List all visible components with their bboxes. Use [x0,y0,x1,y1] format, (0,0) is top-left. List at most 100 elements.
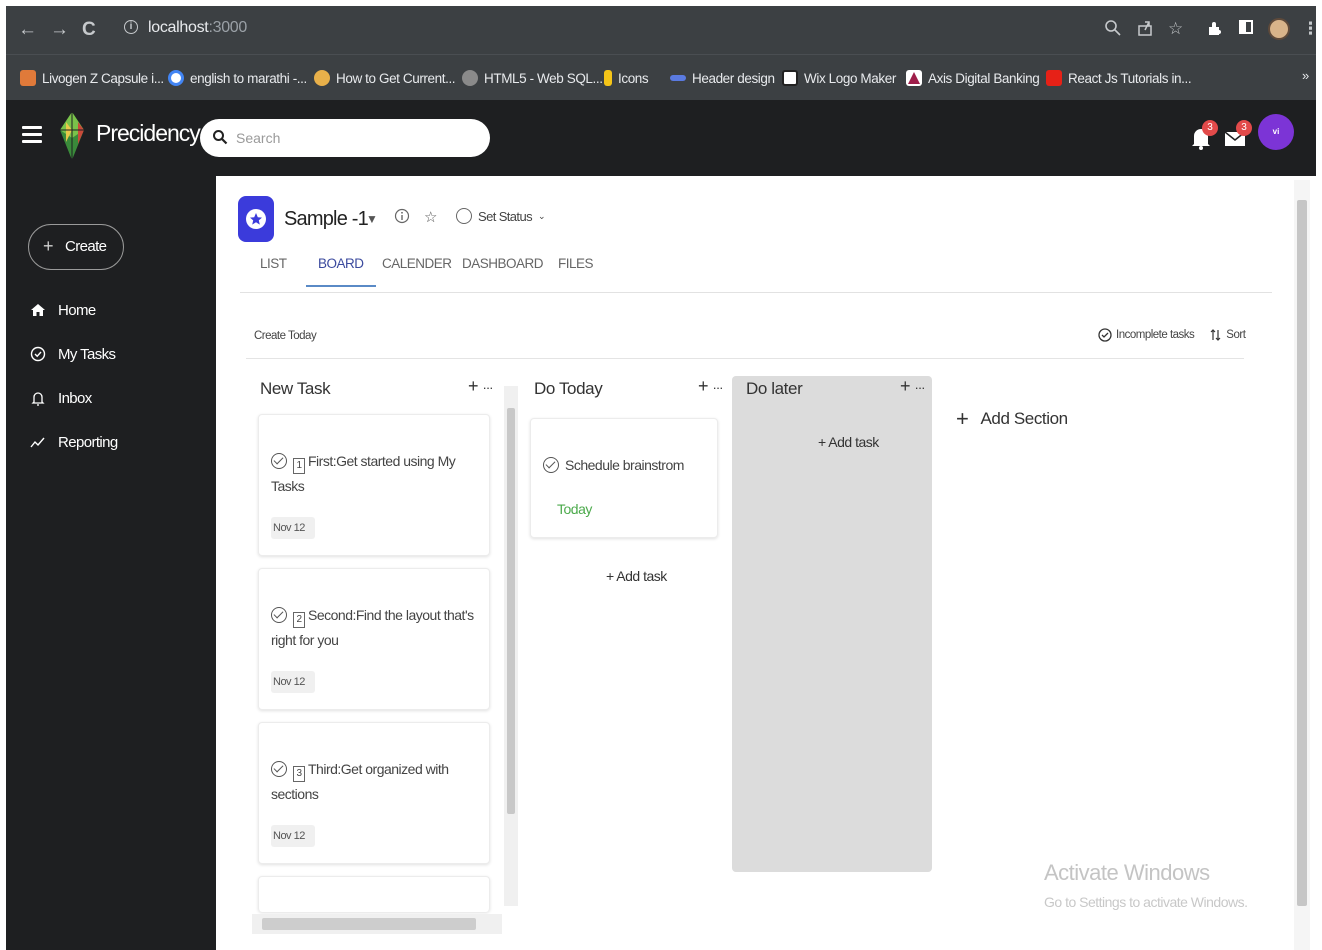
bookmark-item[interactable]: HTML5 - Web SQL... [462,68,603,88]
search-bar[interactable] [200,119,490,157]
bookmark-item[interactable]: Header design [670,68,775,88]
task-card[interactable]: 3 Third:Get organized with sections Nov 1… [258,722,490,864]
scrollbar-thumb[interactable] [1297,200,1307,906]
task-title: 2 Second:Find the layout that's right for… [271,603,481,652]
bookmark-item[interactable]: React Js Tutorials in... [1046,68,1192,88]
column-title: Do Today [534,379,603,398]
bookmark-item[interactable]: Axis Digital Banking [906,68,1040,88]
create-button[interactable]: + Create [28,224,124,270]
status-circle-icon [456,208,472,224]
due-date-chip[interactable]: Nov 12 [271,671,315,693]
scrollbar-thumb[interactable] [507,408,515,814]
more-options-icon[interactable]: ··· [915,380,926,395]
check-circle-icon[interactable] [271,607,287,623]
tabs-divider [240,292,1272,293]
due-date-chip[interactable]: Nov 12 [271,825,315,847]
task-card[interactable]: Schedule brainstrom Today [530,418,718,538]
google-icon [168,70,184,86]
bookmark-star-icon[interactable]: ☆ [1168,19,1183,39]
more-options-icon[interactable]: ··· [483,380,494,395]
tab-list[interactable]: LIST [260,256,287,285]
sidebar-item-reporting[interactable]: Reporting [28,430,118,454]
wix-icon [782,70,798,86]
sidebar-item-home[interactable]: Home [28,298,96,322]
browser-toolbar: ← → C i localhost:3000 ☆ ⋮ [6,6,1319,54]
search-input[interactable] [236,127,476,149]
activate-windows-title: Activate Windows [1044,860,1210,885]
hamburger-menu-icon[interactable] [22,126,42,144]
url-text[interactable]: localhost:3000 [148,19,247,37]
add-section-label: Add Section [980,409,1068,428]
site-info-icon[interactable]: i [124,20,138,34]
menu-kebab-icon[interactable]: ⋮ [1302,19,1319,39]
share-icon[interactable] [1136,19,1154,42]
tab-dashboard[interactable]: DASHBOARD [462,256,544,285]
extensions-icon[interactable] [1206,19,1224,42]
task-title: 1 First:Get started using My Tasks [271,449,481,498]
zoom-icon[interactable] [1104,19,1122,42]
board-horizontal-scrollbar[interactable] [252,914,502,934]
page-scrollbar[interactable] [1294,180,1310,950]
bookmark-favicon-icon [604,70,612,86]
column-do-later [732,376,932,872]
favorite-star-icon[interactable]: ☆ [424,208,437,226]
add-task-plus-icon[interactable]: + [698,376,709,396]
bookmarks-overflow-button[interactable]: » [1302,68,1309,83]
check-circle-icon [28,344,48,364]
more-options-icon[interactable]: ··· [713,380,724,395]
user-avatar[interactable]: vi [1258,114,1294,150]
column-actions: + ··· [468,376,494,397]
add-task-plus-icon[interactable]: + [468,376,479,396]
task-number: 1 [293,458,305,474]
task-card[interactable]: 1 First:Get started using My Tasks Nov 12 [258,414,490,556]
task-card[interactable] [258,876,490,912]
sidebar-item-my-tasks[interactable]: My Tasks [28,342,116,366]
sidebar-item-label: Inbox [58,389,92,407]
bookmark-item[interactable]: english to marathi -... [168,68,307,88]
incomplete-tasks-filter[interactable]: Incomplete tasks [1098,328,1195,342]
check-circle-icon[interactable] [271,761,287,777]
due-date-chip[interactable]: Nov 12 [271,517,315,539]
task-title: Schedule brainstrom [543,453,753,477]
scrollbar-thumb[interactable] [262,918,476,930]
home-icon [28,300,48,320]
bookmark-item[interactable]: Livogen Z Capsule i... [20,68,164,88]
search-icon [212,129,228,145]
messages-button[interactable]: 3 [1224,120,1252,148]
set-status-button[interactable]: Set Status ⌄ [456,208,546,224]
check-circle-icon [1098,328,1112,342]
add-task-plus-icon[interactable]: + [900,376,911,396]
check-circle-icon[interactable] [543,457,559,473]
add-task-button[interactable]: + Add task [818,434,879,450]
notifications-button[interactable]: 3 [1190,120,1218,150]
add-task-button[interactable]: + Add task [606,568,667,584]
youtube-icon [1046,70,1062,86]
tab-files[interactable]: FILES [558,256,594,285]
info-icon[interactable] [394,208,410,228]
bookmark-item[interactable]: Wix Logo Maker [782,68,896,88]
sort-icon [1210,329,1221,341]
tab-window-icon[interactable] [1238,19,1254,40]
sort-button[interactable]: Sort [1210,328,1246,342]
column-title: New Task [260,379,331,398]
reload-icon[interactable]: C [82,18,96,42]
bookmark-item[interactable]: How to Get Current... [314,68,456,88]
messages-badge: 3 [1236,120,1252,136]
sidebar-item-inbox[interactable]: Inbox [28,386,92,410]
column-scrollbar[interactable] [504,386,518,906]
plus-icon: + [43,236,54,256]
chevron-down-icon[interactable]: ▼ [366,212,378,226]
sidebar-item-label: Reporting [58,433,118,451]
back-icon[interactable]: ← [18,18,37,42]
bookmark-item[interactable]: Icons [604,68,649,88]
profile-avatar[interactable] [1268,18,1290,40]
due-date-label[interactable]: Today [557,501,592,517]
forward-icon[interactable]: → [50,18,69,42]
check-circle-icon[interactable] [271,453,287,469]
tab-board[interactable]: BOARD [306,256,376,287]
task-card[interactable]: 2 Second:Find the layout that's right for… [258,568,490,710]
tab-calender[interactable]: CALENDER [382,256,452,285]
add-section-button[interactable]: + Add Section [956,406,1068,432]
address-bar[interactable]: i localhost:3000 [114,16,1074,44]
create-today-button[interactable]: Create Today [254,330,317,342]
